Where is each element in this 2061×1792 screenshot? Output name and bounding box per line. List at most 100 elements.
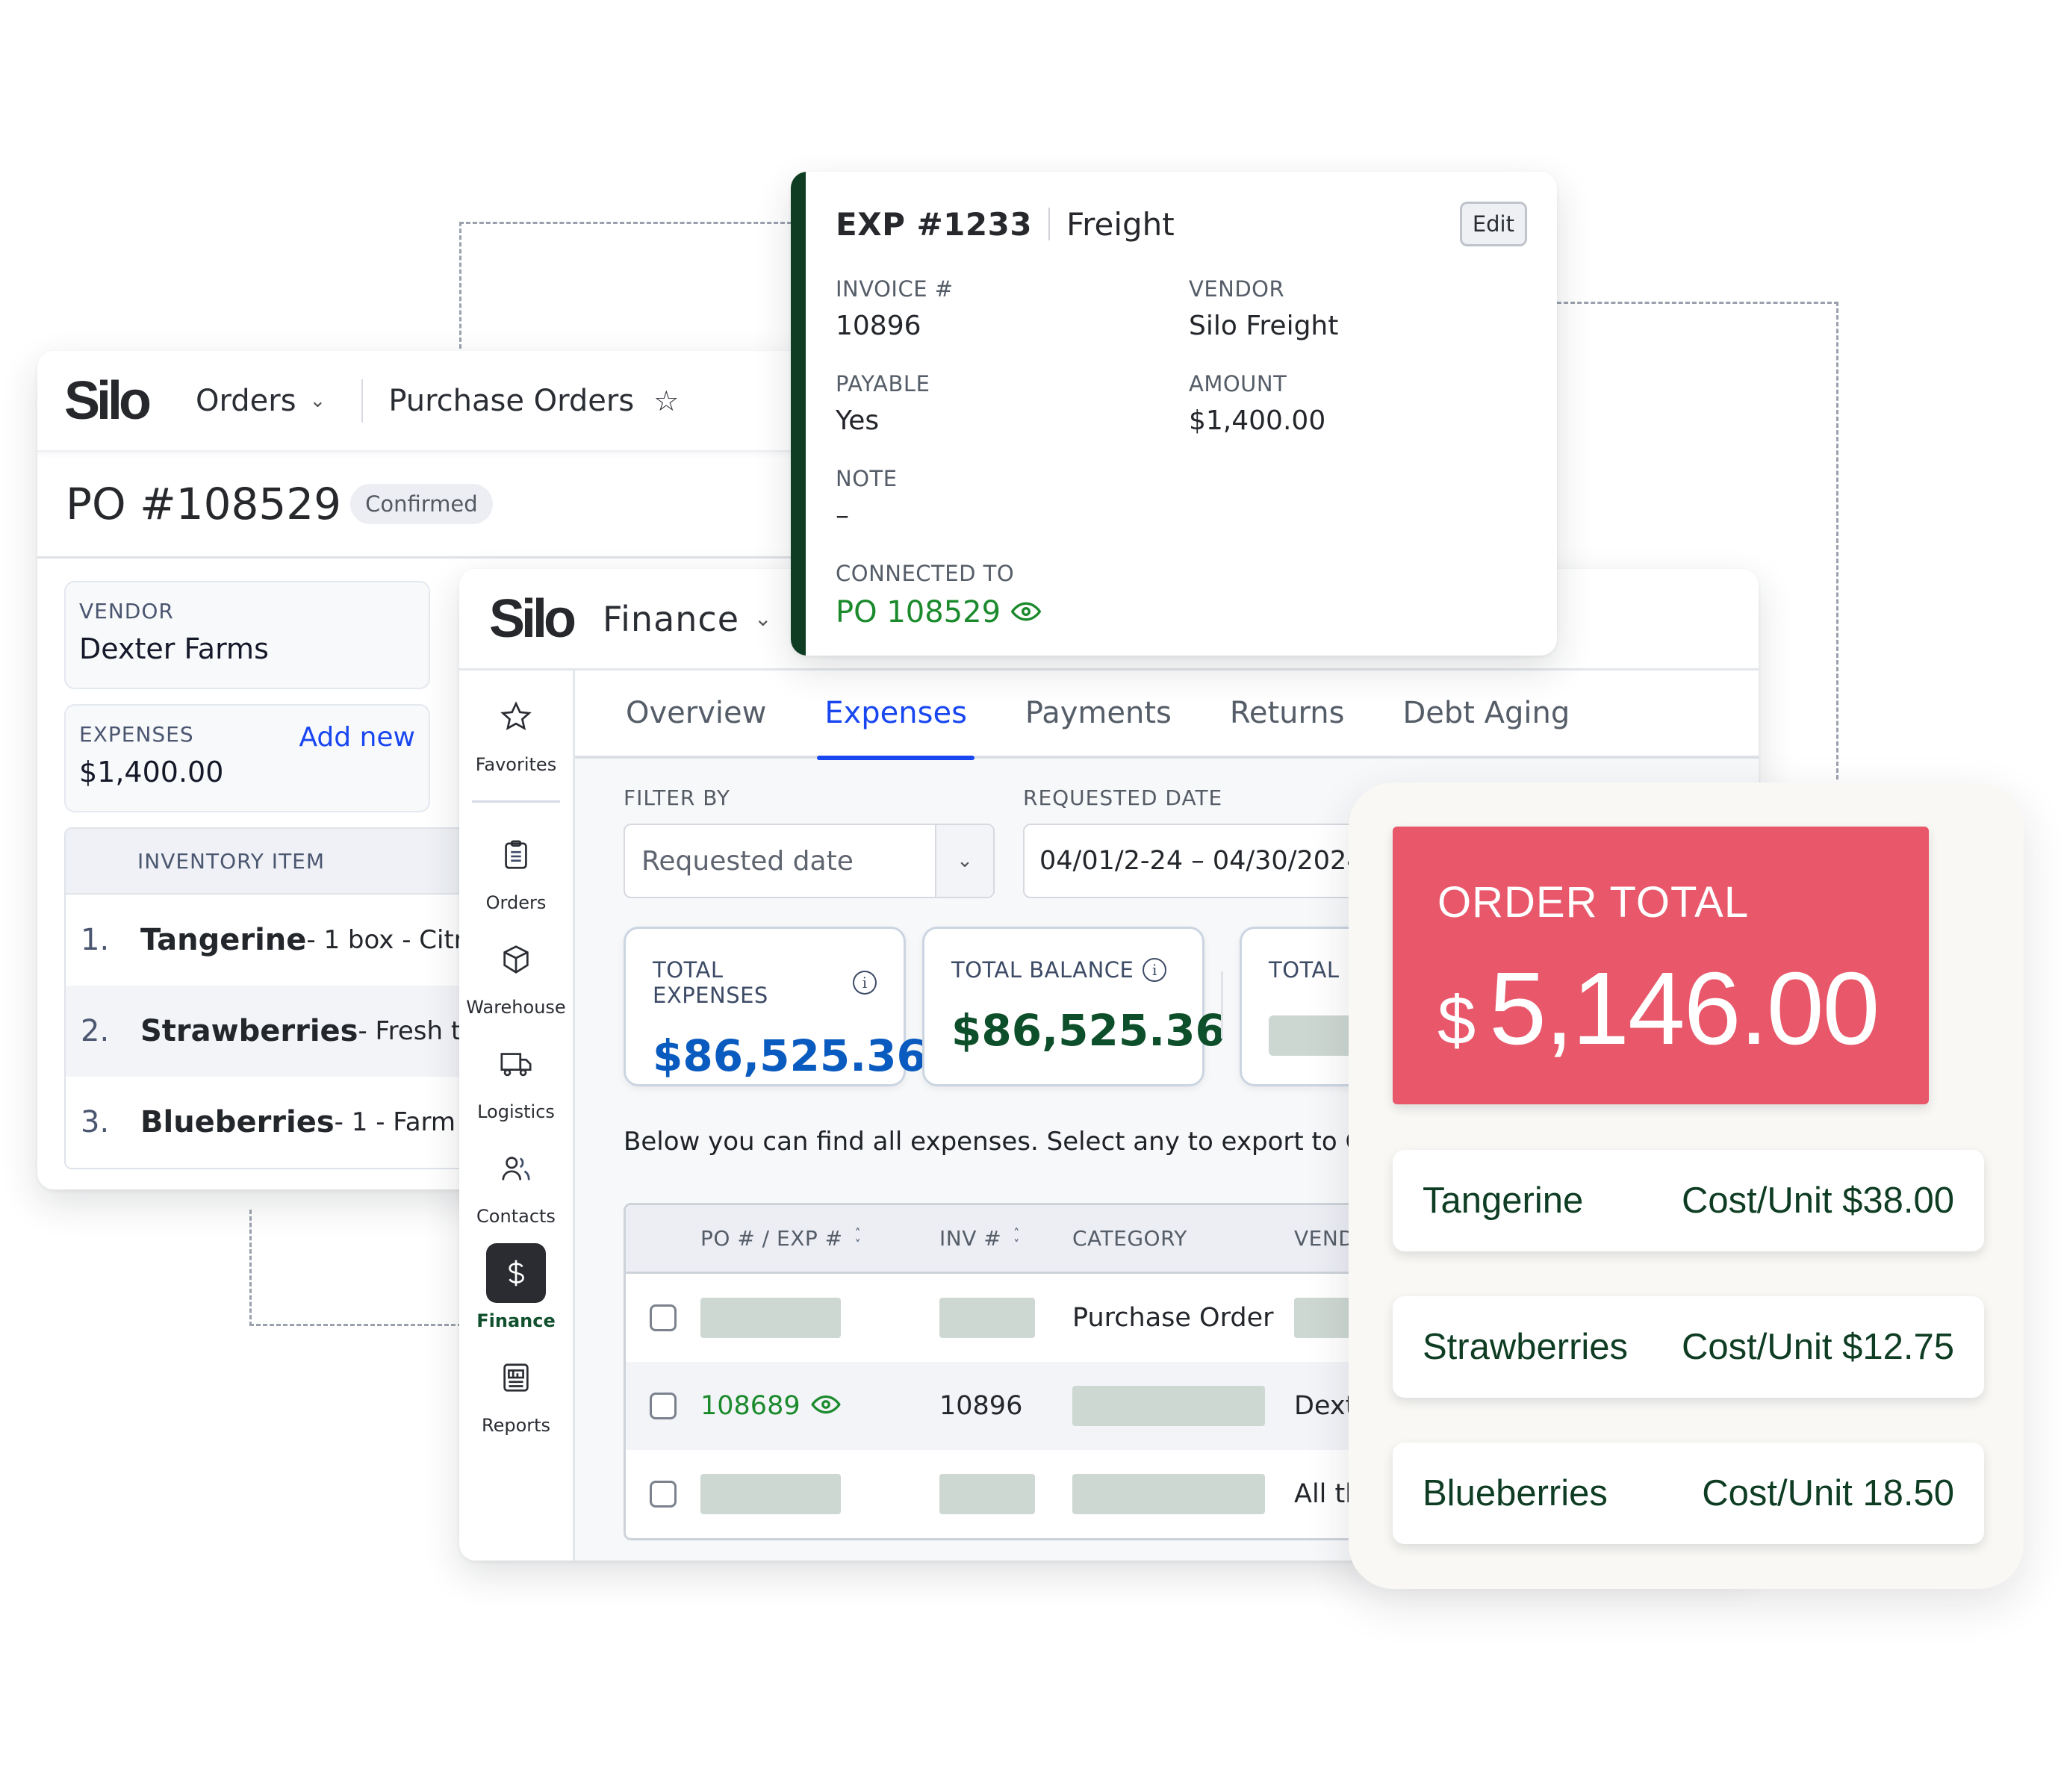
sidebar-label: Reports (481, 1415, 551, 1436)
column-po-exp[interactable]: PO # / EXP # ˄ ˅ (700, 1226, 939, 1251)
contacts-icon (486, 1139, 546, 1198)
total-balance-card: TOTAL BALANCE i $86,525.36 (922, 927, 1225, 1086)
item-cost: Cost/Unit 18.50 (1702, 1473, 1954, 1513)
chevron-down-icon[interactable]: ⌄ (754, 606, 771, 631)
sort-icon[interactable]: ˄ ˅ (1013, 1227, 1020, 1250)
cost-item: Strawberries Cost/Unit $12.75 (1393, 1296, 1984, 1398)
order-total-box: ORDER TOTAL $ 5,146.00 (1393, 827, 1929, 1104)
filter-by-select[interactable]: Requested date ⌄ (624, 824, 995, 898)
expenses-value: $1,400.00 (79, 756, 224, 788)
sidebar-item-favorites[interactable]: Favorites (459, 687, 573, 775)
po-link[interactable]: 108689 (700, 1391, 841, 1421)
orders-menu[interactable]: Orders (196, 384, 296, 418)
truck-icon (486, 1034, 546, 1094)
total-balance-value: $86,525.36 (951, 1005, 1225, 1056)
connector-line-bottom (249, 1210, 462, 1326)
total-expenses-value: $86,525.36 (653, 1030, 927, 1081)
dollar-icon (486, 1243, 546, 1303)
sidebar-item-warehouse[interactable]: Warehouse (459, 930, 573, 1018)
order-total-amount: 5,146.00 (1489, 951, 1880, 1066)
requested-date-label: REQUESTED DATE (1023, 785, 1223, 810)
box-icon (486, 930, 546, 989)
requested-date-input[interactable]: 04/01/2-24 – 04/30/2024 (1023, 824, 1367, 898)
row-checkbox[interactable] (650, 1304, 677, 1331)
sidebar-label: Orders (485, 892, 547, 913)
sidebar-item-orders[interactable]: Orders (459, 825, 573, 913)
currency-symbol: $ (1437, 983, 1476, 1059)
filter-by-label: FILTER BY (624, 785, 731, 810)
connected-po: PO 108529 (836, 595, 1001, 629)
silo-logo[interactable]: Silo (64, 370, 152, 432)
cost-item: Blueberries Cost/Unit 18.50 (1393, 1443, 1984, 1544)
po-title: PO #108529 (66, 479, 342, 529)
divider (361, 379, 364, 423)
sidebar-item-finance[interactable]: Finance (459, 1243, 573, 1331)
cost-item: Tangerine Cost/Unit $38.00 (1393, 1150, 1984, 1251)
connector-line-top (459, 222, 792, 349)
star-icon[interactable]: ☆ (653, 385, 679, 417)
sidebar-item-logistics[interactable]: Logistics (459, 1034, 573, 1122)
edit-button[interactable]: Edit (1459, 202, 1527, 246)
info-icon[interactable]: i (1143, 958, 1167, 982)
invoice-label: INVOICE # (836, 276, 954, 302)
expense-category: Freight (1066, 205, 1175, 243)
order-total-panel: ORDER TOTAL $ 5,146.00 Tangerine Cost/Un… (1349, 783, 2024, 1589)
total-expenses-card: TOTAL EXPENSES i $86,525.36 (624, 927, 927, 1086)
row-number: 1. (81, 923, 110, 957)
info-icon[interactable]: i (853, 971, 877, 995)
divider (1221, 971, 1223, 1039)
eye-icon[interactable] (810, 1391, 841, 1421)
item-cost: Cost/Unit $12.75 (1682, 1327, 1954, 1367)
clipboard-icon (486, 825, 546, 885)
tab-returns[interactable]: Returns (1230, 669, 1345, 757)
add-new-expense-link[interactable]: Add new (299, 722, 415, 753)
tab-debt-aging[interactable]: Debt Aging (1402, 669, 1570, 757)
row-checkbox[interactable] (650, 1481, 677, 1508)
connected-po-link[interactable]: PO 108529 (836, 595, 1527, 629)
note-value: – (836, 500, 849, 531)
po-header: Silo Orders ⌄ Purchase Orders ☆ (37, 351, 829, 452)
sidebar-label: Warehouse (466, 997, 566, 1018)
stat-label: TOTAL E (1269, 957, 1361, 983)
item-cost: Cost/Unit $38.00 (1682, 1180, 1954, 1221)
sidebar-label: Contacts (476, 1206, 556, 1227)
breadcrumb-purchase-orders[interactable]: Purchase Orders (388, 384, 634, 418)
stat-label: TOTAL BALANCE (951, 957, 1134, 983)
tab-expenses[interactable]: Expenses (817, 669, 974, 760)
vendor-value: Dexter Farms (79, 632, 269, 665)
item-name: Strawberries (1423, 1327, 1629, 1367)
vendor-box: VENDOR Dexter Farms (64, 581, 430, 689)
placeholder-cell (939, 1474, 1035, 1514)
sidebar-divider (472, 800, 560, 803)
finance-menu[interactable]: Finance (603, 599, 739, 639)
sort-icon[interactable]: ˄ ˅ (855, 1227, 862, 1250)
column-inv[interactable]: INV # ˄ ˅ (939, 1226, 1072, 1251)
tab-overview[interactable]: Overview (626, 669, 766, 757)
silo-logo[interactable]: Silo (489, 588, 576, 650)
expenses-label: EXPENSES (79, 722, 194, 747)
connected-to-label: CONNECTED TO (836, 561, 1015, 586)
item-name: Tangerine (1423, 1180, 1584, 1221)
expense-id: EXP #1233 (836, 205, 1033, 243)
inv-cell: 10896 (939, 1391, 1023, 1421)
chevron-down-icon[interactable]: ⌄ (935, 825, 993, 897)
column-label: PO # / EXP # (700, 1226, 843, 1251)
placeholder-cell (939, 1298, 1035, 1338)
eye-icon[interactable] (1010, 595, 1042, 629)
status-badge: Confirmed (350, 484, 493, 524)
order-total-label: ORDER TOTAL (1437, 878, 1750, 927)
vendor-value: Silo Freight (1189, 311, 1339, 341)
chevron-down-icon[interactable]: ⌄ (310, 390, 326, 412)
sidebar-label: Finance (476, 1310, 556, 1331)
sidebar-item-contacts[interactable]: Contacts (459, 1139, 573, 1227)
category-cell: Purchase Order (1072, 1303, 1274, 1333)
invoice-value: 10896 (836, 311, 921, 341)
row-checkbox[interactable] (650, 1393, 677, 1419)
sidebar-item-reports[interactable]: Reports (459, 1348, 573, 1436)
tab-payments[interactable]: Payments (1025, 669, 1172, 757)
star-icon (486, 687, 546, 747)
column-label: INV # (939, 1226, 1002, 1251)
vendor-label: VENDOR (1189, 276, 1285, 302)
po-number: 108689 (700, 1391, 801, 1421)
column-category: CATEGORY (1072, 1226, 1187, 1251)
